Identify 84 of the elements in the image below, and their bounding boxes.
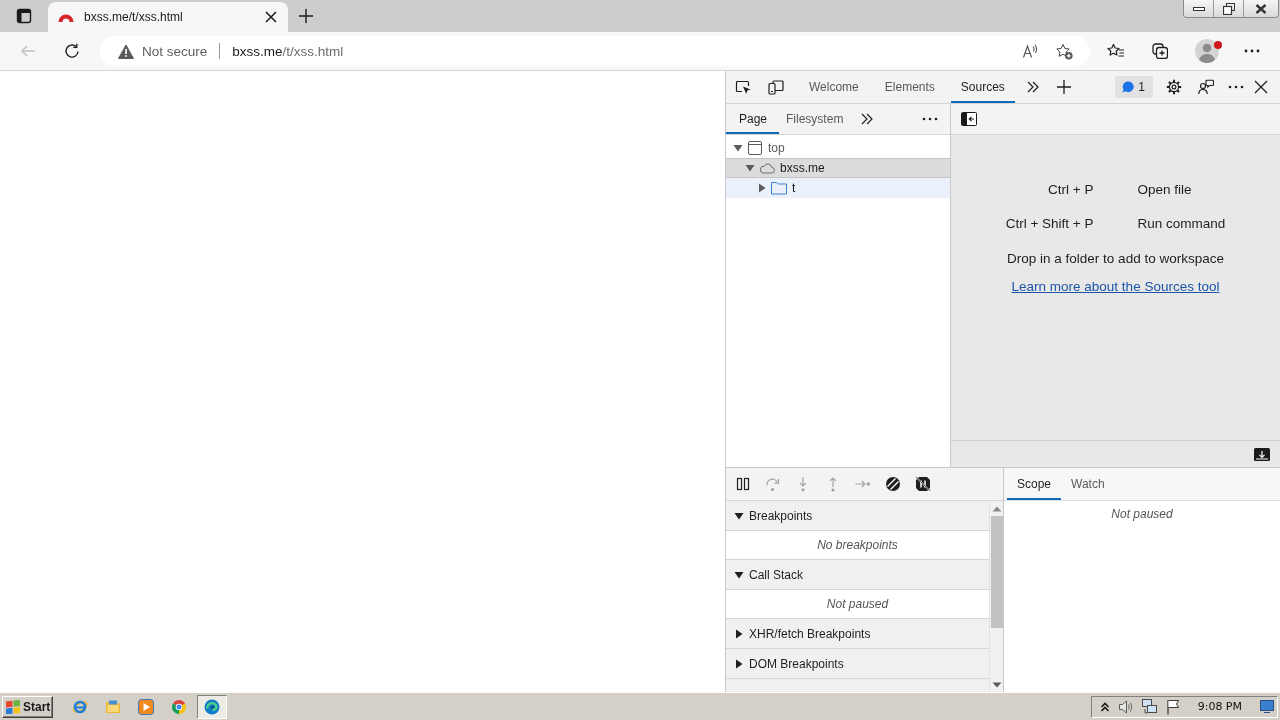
- taskbar-button[interactable]: [197, 694, 227, 719]
- browser-icon: [171, 698, 187, 715]
- tree-item[interactable]: t: [726, 178, 950, 198]
- close-icon[interactable]: [265, 11, 277, 23]
- url-text[interactable]: bxss.me/t/xss.html: [232, 43, 344, 59]
- more-icon[interactable]: [1228, 85, 1244, 89]
- browser-icon: [204, 698, 220, 715]
- empty-message: Not paused: [726, 590, 989, 619]
- drop-hint: Drop in a folder to add to workspace: [1007, 251, 1224, 266]
- show-desktop-icon[interactable]: [1260, 700, 1274, 713]
- close-icon: [1255, 3, 1267, 14]
- avatar-icon[interactable]: [1195, 39, 1219, 63]
- address-bar[interactable]: Not secure bxss.me/t/xss.html: [100, 36, 1090, 66]
- clock[interactable]: 9:08 PM: [1197, 700, 1242, 713]
- expand-triangle-icon[interactable]: [733, 143, 743, 153]
- sidebar-tab[interactable]: Watch: [1061, 468, 1115, 500]
- collapse-triangle-icon[interactable]: [757, 183, 767, 193]
- sidebar-toggle-icon[interactable]: [961, 112, 977, 126]
- window-icon[interactable]: [16, 8, 32, 24]
- folder-icon: [771, 181, 787, 195]
- shortcut-keys: Ctrl + P: [1048, 182, 1094, 197]
- drawer-icon[interactable]: [1254, 447, 1270, 461]
- taskbar-button[interactable]: [72, 698, 88, 715]
- shortcut-action: Run command: [1137, 216, 1226, 231]
- browser-icon: [72, 698, 88, 715]
- star-plus-icon[interactable]: [1056, 42, 1073, 60]
- cloud-icon: [759, 162, 775, 174]
- device-icon[interactable]: [768, 79, 784, 95]
- tree-item[interactable]: bxss.me: [726, 158, 950, 178]
- deactivate-breakpoints-icon[interactable]: [885, 476, 901, 492]
- taskbar-button[interactable]: [171, 698, 187, 715]
- inspect-icon[interactable]: [735, 79, 751, 95]
- play-icon: [138, 698, 154, 715]
- favorites-icon[interactable]: [1107, 43, 1125, 59]
- folder-icon: [105, 698, 121, 715]
- expand-triangle-icon[interactable]: [734, 569, 744, 580]
- network-icon[interactable]: [1141, 698, 1158, 715]
- empty-message: No breakpoints: [726, 531, 989, 560]
- scrollbar-track[interactable]: [989, 501, 1003, 692]
- panel-tab[interactable]: Welcome: [799, 71, 869, 103]
- scroll-up-icon[interactable]: [991, 506, 1002, 512]
- navigator-tab[interactable]: Page: [726, 104, 780, 134]
- chevron-icon[interactable]: [1099, 700, 1110, 713]
- navigator-tab[interactable]: Filesystem: [779, 104, 851, 134]
- collapse-triangle-icon[interactable]: [734, 658, 744, 669]
- restore-icon: [1222, 2, 1235, 15]
- learn-more-link[interactable]: Learn more about the Sources tool: [1011, 279, 1220, 294]
- security-label[interactable]: Not secure: [142, 43, 208, 59]
- empty-message: Not paused: [1111, 507, 1173, 521]
- pause-icon[interactable]: [735, 476, 751, 492]
- shortcut-action: Open file: [1137, 182, 1192, 197]
- sidebar-tab[interactable]: Scope: [1007, 468, 1062, 500]
- collapse-triangle-icon[interactable]: [734, 628, 744, 639]
- minimize-button[interactable]: [1184, 0, 1214, 17]
- taskbar-button[interactable]: [138, 698, 154, 715]
- pause-on-exceptions-icon[interactable]: [915, 476, 931, 492]
- shortcut-keys: Ctrl + Shift + P: [1005, 216, 1094, 231]
- windows-flag-icon: [5, 699, 21, 714]
- browser-tab[interactable]: bxss.me/t/xss.html: [48, 2, 288, 32]
- tree-item[interactable]: top: [726, 138, 950, 158]
- more-icon[interactable]: [1244, 49, 1260, 53]
- plus-icon[interactable]: [1055, 79, 1072, 95]
- close-icon[interactable]: [1254, 80, 1268, 94]
- more-icon[interactable]: [922, 117, 938, 121]
- chat-bubble-icon: [1122, 81, 1135, 93]
- issues-button[interactable]: 1: [1115, 76, 1153, 98]
- volume-icon[interactable]: [1117, 698, 1134, 715]
- read-aloud-icon[interactable]: [1022, 43, 1038, 59]
- warning-icon: [118, 43, 134, 59]
- panel-tab[interactable]: Elements: [874, 71, 945, 103]
- scrollbar-thumb[interactable]: [990, 516, 1003, 628]
- flag-icon[interactable]: [1165, 698, 1180, 715]
- scroll-down-icon[interactable]: [991, 682, 1002, 688]
- frame-icon: [747, 140, 763, 156]
- feedback-icon[interactable]: [1198, 79, 1214, 95]
- refresh-icon[interactable]: [64, 43, 80, 59]
- expand-triangle-icon[interactable]: [734, 510, 744, 521]
- minimize-icon: [1192, 5, 1205, 12]
- collections-icon[interactable]: [1152, 43, 1168, 59]
- close-window-button[interactable]: [1244, 0, 1278, 17]
- plus-icon[interactable]: [298, 8, 314, 24]
- start-button[interactable]: Start: [2, 695, 53, 718]
- settings-icon[interactable]: [1166, 79, 1182, 95]
- restore-button[interactable]: [1214, 0, 1244, 17]
